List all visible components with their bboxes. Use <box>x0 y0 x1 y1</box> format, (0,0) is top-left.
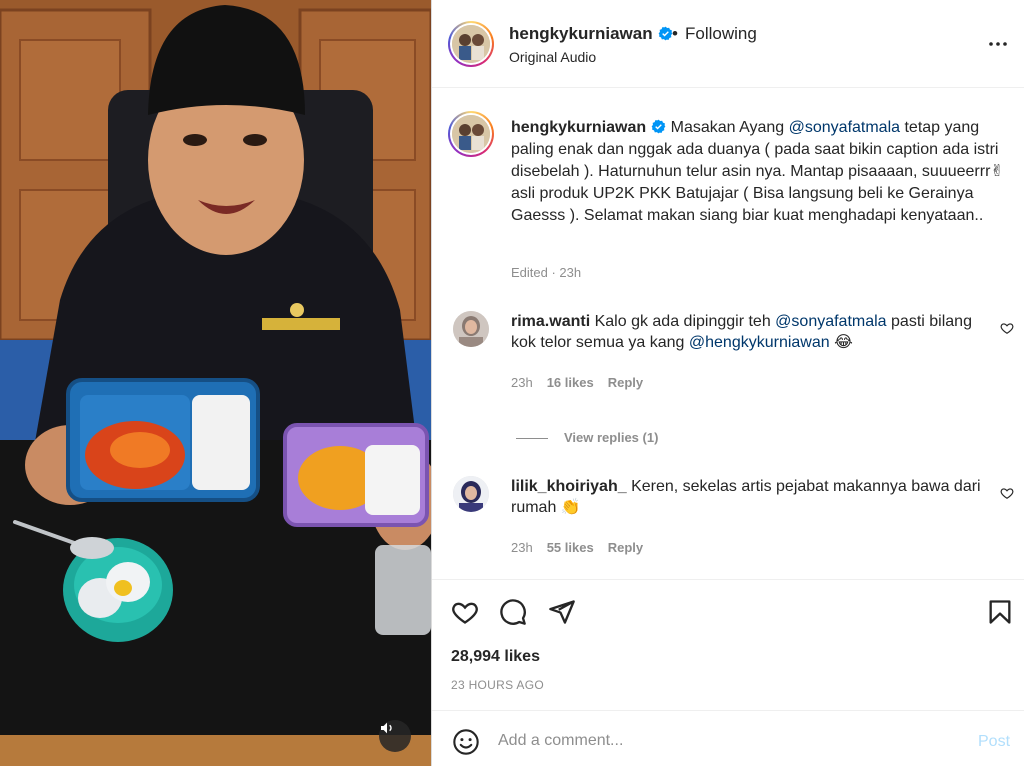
post-actions: 28,994 likes 23 HOURS AGO <box>432 579 1024 709</box>
caption-body-start: Masakan Ayang <box>670 119 789 136</box>
comment-composer: Post <box>432 710 1024 766</box>
commenter-avatar[interactable] <box>453 476 489 512</box>
comment-reply-button[interactable]: Reply <box>608 540 643 555</box>
likes-count[interactable]: 28,994 likes <box>451 648 540 666</box>
author-username[interactable]: hengkykurniawan <box>509 24 673 44</box>
author-avatar-image <box>452 25 490 63</box>
replies-line <box>516 438 548 440</box>
clapping-emoji: 👏 <box>560 499 581 516</box>
verified-badge-icon <box>651 119 666 134</box>
speaker-icon <box>381 722 392 734</box>
commenter-avatar-image <box>453 476 489 512</box>
comment-text: lilik_khoiriyah_ Keren, sekelas artis pe… <box>511 476 981 518</box>
comment-username[interactable]: lilik_khoiriyah_ <box>511 478 627 495</box>
author-avatar[interactable] <box>448 21 494 67</box>
caption-text: hengkykurniawan Masakan Ayang @sonyafatm… <box>511 117 1011 227</box>
following-button[interactable]: Following <box>685 24 757 44</box>
view-replies-button[interactable]: View replies (1) <box>516 430 658 445</box>
post-comment-button[interactable]: Post <box>978 733 1010 751</box>
caption-avatar[interactable] <box>448 111 494 157</box>
post-header: hengkykurniawan • Following Original Aud… <box>432 0 1024 88</box>
commenter-avatar-image <box>453 311 489 347</box>
comment-like-heart-icon[interactable] <box>1000 486 1014 500</box>
comment-likes-count[interactable]: 55 likes <box>547 540 594 555</box>
comment-mention-link[interactable]: @sonyafatmala <box>775 313 886 330</box>
commenter-avatar[interactable] <box>453 311 489 347</box>
post-panel: hengkykurniawan • Following Original Aud… <box>432 0 1024 766</box>
comment-body: Kalo gk ada dipinggir teh <box>594 313 776 330</box>
comment-icon[interactable] <box>499 598 527 626</box>
separator-dot: • <box>672 24 678 43</box>
caption-avatar-image <box>452 115 490 153</box>
verified-badge-icon <box>658 26 672 41</box>
comment-age: 23h <box>511 375 533 390</box>
more-options-icon[interactable] <box>986 32 1010 56</box>
video-frame <box>0 0 431 766</box>
view-replies-label: View replies (1) <box>564 430 659 445</box>
emoji-icon[interactable] <box>452 728 480 756</box>
comment-text: rima.wanti Kalo gk ada dipinggir teh @so… <box>511 311 981 353</box>
caption-username[interactable]: hengkykurniawan <box>511 119 646 136</box>
comment-meta: 23h 16 likes Reply <box>511 375 643 390</box>
post-timestamp[interactable]: 23 HOURS AGO <box>451 678 544 692</box>
author-username-text: hengkykurniawan <box>509 24 653 43</box>
caption-meta: Edited · 23h <box>511 265 582 280</box>
heart-icon[interactable] <box>451 598 479 626</box>
comment-username[interactable]: rima.wanti <box>511 313 590 330</box>
laughing-emoji: 😂 <box>834 334 853 351</box>
comment-meta: 23h 55 likes Reply <box>511 540 643 555</box>
share-icon[interactable] <box>548 598 576 626</box>
bookmark-icon[interactable] <box>986 598 1014 626</box>
comment-input[interactable] <box>498 725 958 757</box>
comment-age: 23h <box>511 540 533 555</box>
comments-section[interactable]: hengkykurniawan Masakan Ayang @sonyafatm… <box>432 89 1024 579</box>
comment-likes-count[interactable]: 16 likes <box>547 375 594 390</box>
comment-reply-button[interactable]: Reply <box>608 375 643 390</box>
sound-toggle-button[interactable] <box>379 720 411 752</box>
comment-mention-link[interactable]: @hengkykurniawan <box>689 334 830 351</box>
post-video[interactable] <box>0 0 431 766</box>
caption-mention-link[interactable]: @sonyafatmala <box>789 119 900 136</box>
audio-label[interactable]: Original Audio <box>509 49 596 65</box>
comment-like-heart-icon[interactable] <box>1000 321 1014 335</box>
